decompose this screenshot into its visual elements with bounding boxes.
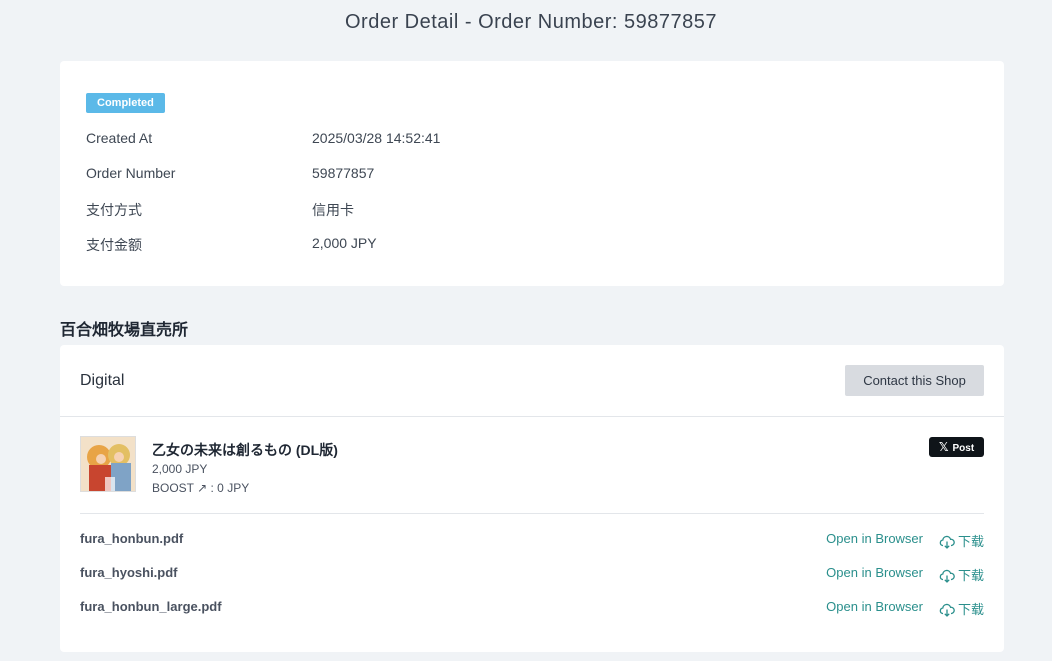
contact-shop-button[interactable]: Contact this Shop xyxy=(845,365,984,396)
download-link[interactable]: 下载 xyxy=(939,599,984,618)
post-label: Post xyxy=(952,443,975,454)
divider xyxy=(60,416,1004,417)
open-in-browser-link[interactable]: Open in Browser xyxy=(826,531,923,546)
cloud-download-icon xyxy=(939,535,955,549)
file-name: fura_hyoshi.pdf xyxy=(80,565,178,580)
download-label: 下载 xyxy=(957,568,984,583)
download-label: 下载 xyxy=(957,534,984,549)
file-row: fura_honbun.pdf Open in Browser 下载 xyxy=(80,531,984,551)
info-value: 信用卡 xyxy=(312,202,354,218)
download-label: 下载 xyxy=(957,602,984,617)
section-title: Digital xyxy=(80,372,125,389)
open-in-browser-link[interactable]: Open in Browser xyxy=(826,565,923,580)
cloud-download-icon xyxy=(939,603,955,617)
info-value: 2,000 JPY xyxy=(312,235,377,251)
product-boost: BOOST ↗ : 0 JPY xyxy=(152,481,250,495)
x-logo-icon: 𝕏 xyxy=(938,440,949,454)
page-title: Order Detail - Order Number: 59877857 xyxy=(345,11,717,33)
divider xyxy=(80,513,984,514)
order-summary-card: Completed Created At 2025/03/28 14:52:41… xyxy=(60,61,1004,286)
info-label: 支付方式 xyxy=(86,202,142,218)
file-row: fura_honbun_large.pdf Open in Browser 下载 xyxy=(80,599,984,619)
file-row: fura_hyoshi.pdf Open in Browser 下载 xyxy=(80,565,984,585)
product-thumbnail[interactable] xyxy=(80,436,136,492)
info-label: 支付金额 xyxy=(86,237,142,253)
info-label: Order Number xyxy=(86,165,176,181)
shop-name[interactable]: 百合畑牧場直売所 xyxy=(60,316,188,340)
x-post-button[interactable]: 𝕏 Post xyxy=(929,437,984,457)
product-price: 2,000 JPY xyxy=(152,462,208,476)
download-link[interactable]: 下载 xyxy=(939,565,984,584)
order-items-card: Digital Contact this Shop 乙女の未来は創るもの (DL… xyxy=(60,345,1004,652)
status-badge: Completed xyxy=(86,93,165,113)
cloud-download-icon xyxy=(939,569,955,583)
file-name: fura_honbun.pdf xyxy=(80,531,184,546)
open-in-browser-link[interactable]: Open in Browser xyxy=(826,599,923,614)
info-value: 2025/03/28 14:52:41 xyxy=(312,130,441,146)
download-link[interactable]: 下载 xyxy=(939,531,984,550)
info-value: 59877857 xyxy=(312,165,375,181)
file-name: fura_honbun_large.pdf xyxy=(80,599,222,614)
info-label: Created At xyxy=(86,130,153,146)
product-title[interactable]: 乙女の未来は創るもの (DL版) xyxy=(152,440,338,460)
